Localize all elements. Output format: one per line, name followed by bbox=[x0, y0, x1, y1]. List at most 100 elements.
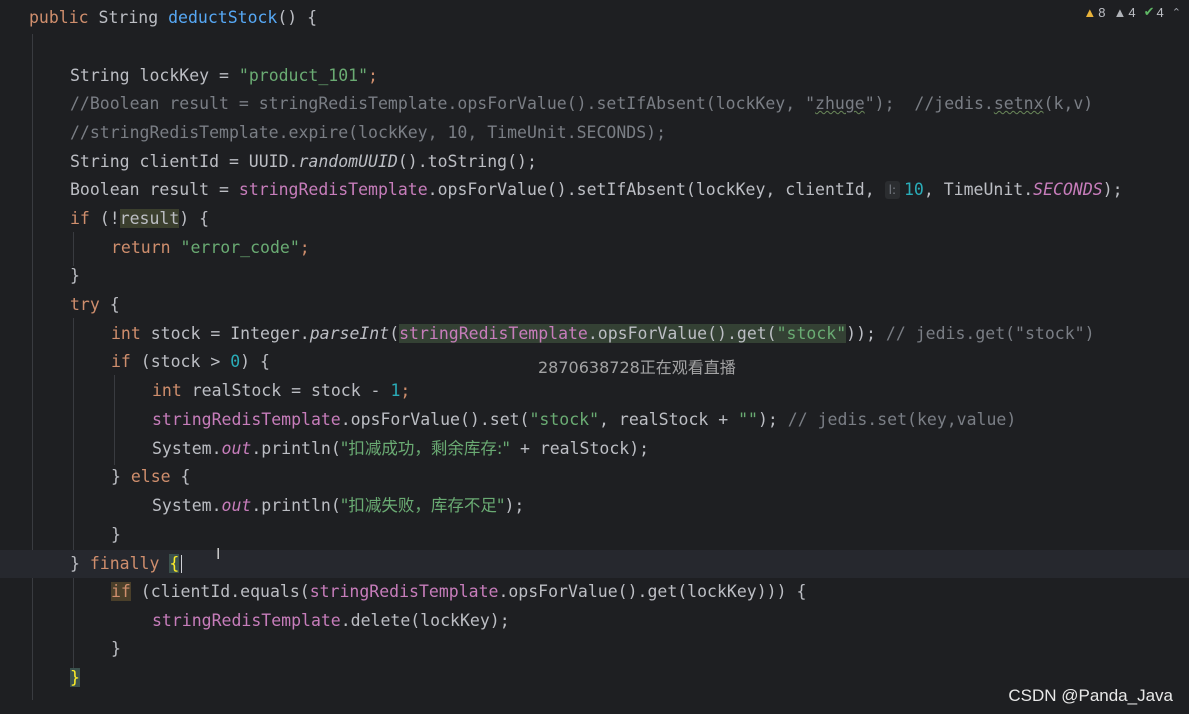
code-line-5[interactable]: //stringRedisTemplate.expire(lockKey, 10… bbox=[0, 119, 1189, 147]
live-viewer-overlay: 2870638728正在观看直播 bbox=[538, 358, 736, 377]
token: , realStock + bbox=[599, 410, 739, 429]
token: .opsForValue().get(lockKey))) { bbox=[498, 582, 807, 601]
ibeam-cursor-icon: I bbox=[216, 545, 221, 563]
double-check-icon: ✔ bbox=[1143, 4, 1155, 19]
code-line-19[interactable]: } bbox=[0, 521, 1189, 549]
token: } bbox=[70, 554, 90, 573]
token: String lockKey = bbox=[70, 66, 239, 85]
code-line-10[interactable]: } bbox=[0, 262, 1189, 290]
ok-indicator[interactable]: ✔ 4 bbox=[1144, 4, 1164, 20]
code-line-18[interactable]: System.out.println("扣减失败，库存不足"); bbox=[0, 492, 1189, 520]
number-literal: 1 bbox=[390, 381, 401, 400]
code-line-1[interactable]: public String deductStock() { bbox=[0, 4, 1189, 32]
keyword: if bbox=[111, 582, 131, 601]
token: ; bbox=[400, 381, 411, 400]
keyword: int bbox=[111, 324, 141, 343]
code-line-8[interactable]: if (!result) { bbox=[0, 205, 1189, 233]
token: String clientId = UUID. bbox=[70, 152, 299, 171]
keyword: else bbox=[130, 467, 171, 486]
token: ); bbox=[504, 496, 525, 515]
warnings-indicator[interactable]: ▲ 4 bbox=[1114, 5, 1136, 20]
static-method: randomUUID bbox=[298, 152, 398, 171]
matched-brace: { bbox=[169, 554, 180, 573]
token: (clientId.equals( bbox=[130, 582, 310, 601]
token: ( bbox=[389, 324, 400, 343]
keyword: if bbox=[111, 352, 131, 371]
code-editor[interactable]: public String deductStock() { String loc… bbox=[0, 0, 1189, 714]
keyword: int bbox=[152, 381, 182, 400]
string-literal: "product_101" bbox=[238, 66, 369, 85]
code-line-21[interactable]: if (clientId.equals(stringRedisTemplate.… bbox=[0, 578, 1189, 606]
token: .opsForValue().get( bbox=[587, 324, 777, 343]
string-literal: "error_code" bbox=[180, 238, 300, 257]
code-line-12[interactable]: int stock = Integer.parseInt(stringRedis… bbox=[0, 320, 1189, 348]
token: , TimeUnit. bbox=[923, 180, 1034, 199]
string-literal: "stock" bbox=[776, 324, 847, 343]
comment-typo: setnx bbox=[993, 94, 1044, 113]
string-literal: "扣减失败，库存不足" bbox=[340, 496, 505, 515]
keyword: finally bbox=[89, 554, 160, 573]
comment: //stringRedisTemplate.expire(lockKey, 10… bbox=[70, 123, 667, 142]
enum-constant: SECONDS bbox=[1033, 180, 1103, 199]
token: .opsForValue().setIfAbsent(lockKey, clie… bbox=[427, 180, 885, 199]
weak-warning-icon: ▲ bbox=[1113, 4, 1127, 20]
code-line-4[interactable]: //Boolean result = stringRedisTemplate.o… bbox=[0, 90, 1189, 118]
inspection-widget[interactable]: ▲ 8 ▲ 4 ✔ 4 ⌃ bbox=[1083, 4, 1181, 20]
code-line-17[interactable]: } else { bbox=[0, 463, 1189, 491]
token: Boolean result = bbox=[70, 180, 239, 199]
code-line-20[interactable]: } finally { bbox=[0, 550, 1189, 578]
token: stock = Integer. bbox=[140, 324, 310, 343]
string-literal: "" bbox=[738, 410, 758, 429]
errors-count: 8 bbox=[1098, 4, 1106, 20]
code-line-9[interactable]: return "error_code"; bbox=[0, 234, 1189, 262]
code-line-7[interactable]: Boolean result = stringRedisTemplate.ops… bbox=[0, 176, 1189, 204]
comment: // jedis.get("stock") bbox=[875, 324, 1095, 343]
token: ().toString(); bbox=[397, 152, 537, 171]
comment-typo: zhuge bbox=[815, 94, 865, 113]
text-caret bbox=[181, 555, 182, 573]
code-line-23[interactable]: } bbox=[0, 635, 1189, 663]
token: + realStock); bbox=[510, 439, 650, 458]
errors-indicator[interactable]: ▲ 8 bbox=[1083, 5, 1105, 20]
keyword: try bbox=[70, 295, 100, 314]
token: } bbox=[111, 639, 121, 658]
token: .delete(lockKey); bbox=[340, 611, 510, 630]
keyword: if bbox=[70, 209, 90, 228]
field-ref: stringRedisTemplate bbox=[152, 611, 341, 630]
code-line-6[interactable]: String clientId = UUID.randomUUID().toSt… bbox=[0, 148, 1189, 176]
token: ); bbox=[1102, 180, 1123, 199]
field-ref: stringRedisTemplate bbox=[152, 410, 341, 429]
token: )); bbox=[846, 324, 876, 343]
code-line-14[interactable]: int realStock = stock - 1; bbox=[0, 377, 1189, 405]
comment: // jedis.set(key,value) bbox=[777, 410, 1017, 429]
static-field: out bbox=[221, 496, 252, 515]
field-ref: stringRedisTemplate bbox=[238, 180, 428, 199]
string-literal: "stock" bbox=[529, 410, 600, 429]
token: String bbox=[88, 8, 169, 27]
code-line-15[interactable]: stringRedisTemplate.opsForValue().set("s… bbox=[0, 406, 1189, 434]
chevron-up-icon[interactable]: ⌃ bbox=[1172, 6, 1181, 19]
code-line-22[interactable]: stringRedisTemplate.delete(lockKey); bbox=[0, 607, 1189, 635]
token: () { bbox=[277, 8, 318, 27]
token: ; bbox=[299, 238, 310, 257]
warning-triangle-icon: ▲ bbox=[1083, 4, 1097, 20]
token: } bbox=[70, 266, 80, 285]
method-name: deductStock bbox=[168, 8, 278, 27]
token: .opsForValue().set( bbox=[340, 410, 530, 429]
token: } bbox=[111, 467, 131, 486]
code-line-16[interactable]: System.out.println("扣减成功，剩余库存:" + realSt… bbox=[0, 435, 1189, 463]
field-ref: stringRedisTemplate bbox=[309, 582, 499, 601]
highlighted-variable: result bbox=[119, 209, 180, 228]
token: ); bbox=[758, 410, 778, 429]
token: .println( bbox=[251, 439, 341, 458]
number-literal: 10 bbox=[904, 180, 924, 199]
watermark: CSDN @Panda_Java bbox=[1008, 686, 1173, 705]
token: System. bbox=[152, 439, 222, 458]
token: ; bbox=[368, 66, 378, 85]
code-line-11[interactable]: try { bbox=[0, 291, 1189, 319]
token: (! bbox=[89, 209, 120, 228]
token: System. bbox=[152, 496, 222, 515]
warnings-count: 4 bbox=[1128, 4, 1136, 20]
code-line-3[interactable]: String lockKey = "product_101"; bbox=[0, 62, 1189, 90]
